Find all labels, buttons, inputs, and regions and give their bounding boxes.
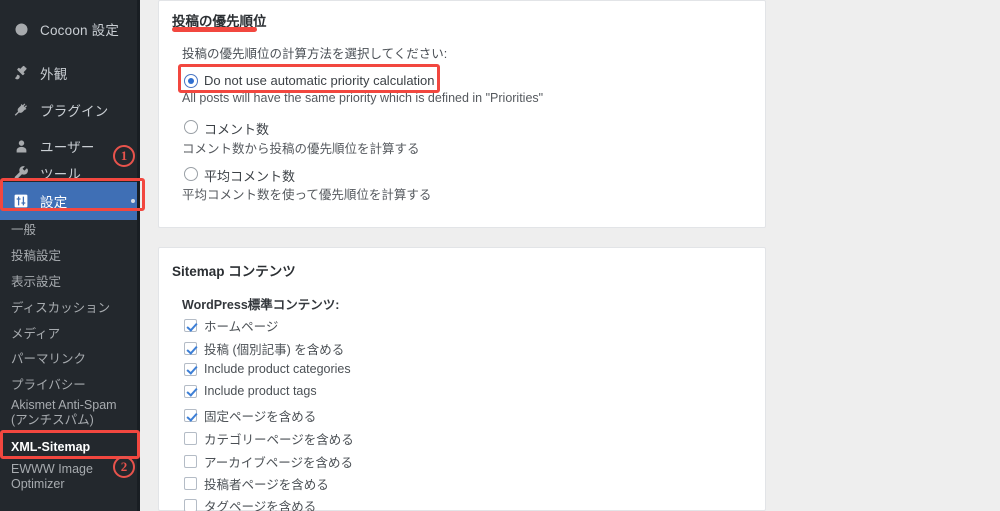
- plug-icon: [11, 100, 31, 120]
- sidebar-item-label: 外観: [40, 67, 68, 82]
- sidebar-subitem-label: EWWW Image Optimizer: [11, 462, 93, 491]
- sidebar-subitem-writing[interactable]: 投稿設定: [0, 242, 140, 267]
- sidebar-subitem-label: ディスカッション: [11, 301, 111, 315]
- sliders-icon: [11, 191, 31, 211]
- sidebar-item-label: ツール: [40, 167, 82, 182]
- checkbox-row-include-posts[interactable]: 投稿 (個別記事) を含める: [184, 339, 344, 358]
- sidebar-item-cocoon-settings[interactable]: Cocoon 設定: [0, 10, 140, 48]
- sidebar-subitem-media[interactable]: メディア: [0, 320, 140, 345]
- wordpress-standard-content-heading: WordPress標準コンテンツ:: [182, 298, 340, 312]
- checkbox-include-static-pages[interactable]: [184, 409, 197, 422]
- sitemap-content-title: Sitemap コンテンツ: [172, 264, 296, 279]
- checkbox-include-product-categories[interactable]: [184, 362, 197, 376]
- sidebar-subitem-xml-sitemap[interactable]: XML-Sitemap: [0, 434, 140, 459]
- sidebar-item-label: プラグイン: [40, 104, 109, 119]
- submenu-indicator-dot: [131, 199, 135, 203]
- annotation-marker-1: 1: [113, 145, 135, 167]
- radio-average-comment-count[interactable]: [184, 167, 198, 181]
- sidebar-item-label: ユーザー: [40, 140, 95, 155]
- sidebar-subitem-label: Akismet Anti-Spam (アンチスパム): [11, 398, 117, 427]
- sidebar-subitem-permalinks[interactable]: パーマリンク: [0, 345, 140, 370]
- checkbox-label-static-pages: 固定ページを含める: [204, 410, 317, 424]
- sidebar-subitem-akismet[interactable]: Akismet Anti-Spam (アンチスパム): [0, 396, 140, 436]
- checkbox-row-archive-pages[interactable]: アーカイブページを含める: [184, 452, 353, 471]
- radio-label-comment-count[interactable]: コメント数: [204, 119, 269, 138]
- checkbox-row-product-tags[interactable]: Include product tags: [184, 384, 317, 398]
- sidebar-subitem-label: 投稿設定: [11, 249, 62, 263]
- checkbox-row-static-pages[interactable]: 固定ページを含める: [184, 406, 316, 425]
- radio-comment-count[interactable]: [184, 120, 198, 134]
- checkbox-include-archive-pages[interactable]: [184, 455, 197, 468]
- sidebar-subitem-label: 一般: [11, 223, 37, 237]
- sidebar-subitem-reading[interactable]: 表示設定: [0, 268, 140, 293]
- sidebar-subitem-general[interactable]: 一般: [0, 216, 140, 241]
- sidebar-subitem-label: パーマリンク: [11, 352, 87, 366]
- circle-icon: [11, 19, 31, 39]
- radio-label-average-comment-count[interactable]: 平均コメント数: [204, 166, 295, 185]
- checkbox-row-category-pages[interactable]: カテゴリーページを含める: [184, 429, 354, 448]
- checkbox-include-posts[interactable]: [184, 342, 197, 355]
- radio-desc-average-comment-count: 平均コメント数を使って優先順位を計算する: [182, 188, 432, 202]
- post-priority-lead: 投稿の優先順位の計算方法を選択してください:: [182, 47, 448, 61]
- user-icon: [11, 136, 31, 156]
- radio-desc-no-automatic-priority: All posts will have the same priority wh…: [182, 91, 544, 105]
- checkbox-row-tag-pages[interactable]: タグページを含める: [184, 496, 316, 511]
- annotation-marker-2: 2: [113, 456, 135, 478]
- sidebar-subitem-discussion[interactable]: ディスカッション: [0, 294, 140, 319]
- radio-no-automatic-priority[interactable]: [184, 74, 198, 88]
- sidebar-item-appearance[interactable]: 外観: [0, 54, 140, 92]
- checkbox-label-tag-pages: タグページを含める: [204, 500, 317, 511]
- checkbox-label-product-tags: Include product tags: [204, 384, 317, 398]
- checkbox-label-category-pages: カテゴリーページを含める: [204, 433, 354, 447]
- checkbox-homepage[interactable]: [184, 319, 197, 332]
- checkbox-row-author-pages[interactable]: 投稿者ページを含める: [184, 474, 329, 493]
- checkbox-label-product-categories: Include product categories: [204, 362, 351, 376]
- radio-desc-comment-count: コメント数から投稿の優先順位を計算する: [182, 142, 420, 156]
- checkbox-row-product-categories[interactable]: Include product categories: [184, 362, 351, 376]
- radio-label-no-automatic-priority[interactable]: Do not use automatic priority calculatio…: [204, 73, 435, 88]
- wrench-icon: [11, 163, 31, 183]
- sidebar-item-settings[interactable]: 設定: [0, 182, 140, 220]
- annotation-underline-title: [172, 27, 257, 32]
- admin-sidebar: Cocoon 設定 外観 プラグイン ユーザー ツール 設定 一般 投稿設定 表…: [0, 0, 140, 511]
- sidebar-subitem-label: プライバシー: [11, 378, 86, 392]
- sidebar-subitem-label: 表示設定: [11, 275, 62, 289]
- sidebar-subitem-label: メディア: [11, 327, 61, 341]
- checkbox-label-archive-pages: アーカイブページを含める: [204, 456, 354, 470]
- sidebar-edge: [137, 0, 140, 511]
- checkbox-include-author-pages[interactable]: [184, 477, 197, 490]
- checkbox-label-include-posts: 投稿 (個別記事) を含める: [204, 343, 345, 357]
- checkbox-row-homepage[interactable]: ホームページ: [184, 316, 278, 335]
- admin-screen: Cocoon 設定 外観 プラグイン ユーザー ツール 設定 一般 投稿設定 表…: [0, 0, 1000, 511]
- sidebar-subitem-privacy[interactable]: プライバシー: [0, 371, 140, 396]
- checkbox-label-homepage: ホームページ: [204, 320, 279, 334]
- checkbox-include-product-tags[interactable]: [184, 384, 197, 398]
- checkbox-label-author-pages: 投稿者ページを含める: [204, 478, 329, 492]
- paintbrush-icon: [11, 63, 31, 83]
- sidebar-item-plugins[interactable]: プラグイン: [0, 91, 140, 129]
- checkbox-include-category-pages[interactable]: [184, 432, 197, 445]
- checkbox-include-tag-pages[interactable]: [184, 499, 197, 511]
- sidebar-subitem-label: XML-Sitemap: [11, 439, 91, 454]
- sidebar-item-label: 設定: [40, 195, 68, 210]
- sidebar-item-label: Cocoon 設定: [40, 23, 120, 38]
- sitemap-content-panel: [158, 247, 766, 511]
